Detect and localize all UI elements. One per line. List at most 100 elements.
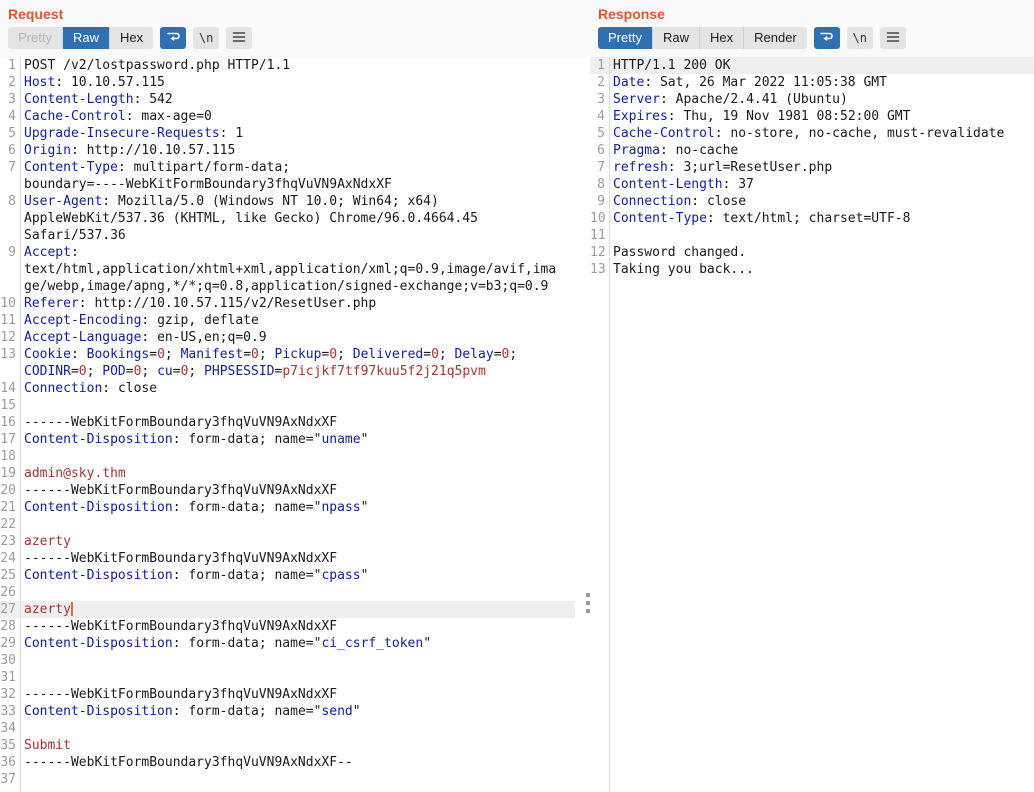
line-number: 11 (0, 312, 16, 329)
code-line-36[interactable]: 36------WebKitFormBoundary3fhqVuVN9AxNdx… (0, 754, 575, 771)
line-text: Cache-Control: no-store, no-cache, must-… (605, 125, 1034, 142)
code-line-3[interactable]: 3Content-Length: 542 (0, 91, 575, 108)
line-number: 37 (0, 771, 16, 788)
code-line-16[interactable]: 16------WebKitFormBoundary3fhqVuVN9AxNdx… (0, 414, 575, 431)
line-number: 15 (0, 397, 16, 414)
code-line-14[interactable]: 14Connection: close (0, 380, 575, 397)
line-number: 22 (0, 516, 16, 533)
tab-raw[interactable]: Raw (653, 27, 700, 49)
code-line-28[interactable]: 28------WebKitFormBoundary3fhqVuVN9AxNdx… (0, 618, 575, 635)
line-text: Accept-Language: en-US,en;q=0.9 (16, 329, 575, 346)
line-number (0, 261, 16, 278)
newline-glyph: \n (199, 31, 213, 45)
code-line-wrap[interactable]: text/html,application/xhtml+xml,applicat… (0, 261, 575, 278)
code-line-22[interactable]: 22 (0, 516, 575, 533)
code-line-10[interactable]: 10Referer: http://10.10.57.115/v2/ResetU… (0, 295, 575, 312)
code-line-17[interactable]: 17Content-Disposition: form-data; name="… (0, 431, 575, 448)
tab-pretty: Pretty (8, 27, 63, 49)
line-number: 34 (0, 720, 16, 737)
code-line-wrap[interactable]: ge/webp,image/apng,*/*;q=0.8,application… (0, 278, 575, 295)
code-line-1[interactable]: 1POST /v2/lostpassword.php HTTP/1.1 (0, 57, 575, 74)
line-text: admin@sky.thm (16, 465, 575, 482)
code-line-9[interactable]: 9Accept: (0, 244, 575, 261)
code-line-23[interactable]: 23azerty (0, 533, 575, 550)
line-number: 25 (0, 567, 16, 584)
line-text: Origin: http://10.10.57.115 (16, 142, 575, 159)
code-line-21[interactable]: 21Content-Disposition: form-data; name="… (0, 499, 575, 516)
code-line-15[interactable]: 15 (0, 397, 575, 414)
line-text: HTTP/1.1 200 OK (605, 57, 1034, 74)
code-line-13[interactable]: 13Cookie: Bookings=0; Manifest=0; Pickup… (0, 346, 575, 363)
request-panel-title: Request (0, 0, 586, 22)
show-newlines-button[interactable]: \n (193, 27, 219, 49)
code-line-35[interactable]: 35Submit (0, 737, 575, 754)
code-line-1: 1HTTP/1.1 200 OK (590, 57, 1034, 74)
line-number: 11 (590, 227, 605, 244)
code-line-19[interactable]: 19admin@sky.thm (0, 465, 575, 482)
response-toolbar: PrettyRawHexRender \n (590, 22, 1034, 49)
code-line-6[interactable]: 6Origin: http://10.10.57.115 (0, 142, 575, 159)
line-number: 26 (0, 584, 16, 601)
code-line-27[interactable]: 27azerty (0, 601, 575, 618)
http-message-viewer: Request PrettyRawHex \n (0, 0, 1034, 792)
code-line-12[interactable]: 12Accept-Language: en-US,en;q=0.9 (0, 329, 575, 346)
line-number (0, 278, 16, 295)
line-text: AppleWebKit/537.36 (KHTML, like Gecko) C… (16, 210, 575, 227)
tab-render[interactable]: Render (744, 27, 807, 49)
code-line-30[interactable]: 30 (0, 652, 575, 669)
code-line-5[interactable]: 5Upgrade-Insecure-Requests: 1 (0, 125, 575, 142)
code-line-18[interactable]: 18 (0, 448, 575, 465)
code-line-2[interactable]: 2Host: 10.10.57.115 (0, 74, 575, 91)
code-line-4: 4Expires: Thu, 19 Nov 1981 08:52:00 GMT (590, 108, 1034, 125)
line-number: 6 (0, 142, 16, 159)
line-number: 30 (0, 652, 16, 669)
code-line-4[interactable]: 4Cache-Control: max-age=0 (0, 108, 575, 125)
code-line-34[interactable]: 34 (0, 720, 575, 737)
line-text: ge/webp,image/apng,*/*;q=0.8,application… (16, 278, 575, 295)
editor-menu-button[interactable] (880, 27, 906, 49)
code-line-10: 10Content-Type: text/html; charset=UTF-8 (590, 210, 1034, 227)
request-view-tabs: PrettyRawHex (8, 27, 153, 49)
code-line-31[interactable]: 31 (0, 669, 575, 686)
line-number: 1 (0, 57, 16, 74)
tab-hex[interactable]: Hex (110, 27, 153, 49)
code-line-11[interactable]: 11Accept-Encoding: gzip, deflate (0, 312, 575, 329)
code-line-8[interactable]: 8User-Agent: Mozilla/5.0 (Windows NT 10.… (0, 193, 575, 210)
code-line-32[interactable]: 32------WebKitFormBoundary3fhqVuVN9AxNdx… (0, 686, 575, 703)
line-number: 4 (0, 108, 16, 125)
line-text: Content-Type: multipart/form-data; (16, 159, 575, 176)
line-number (0, 210, 16, 227)
code-line-24[interactable]: 24------WebKitFormBoundary3fhqVuVN9AxNdx… (0, 550, 575, 567)
line-text: Referer: http://10.10.57.115/v2/ResetUse… (16, 295, 575, 312)
line-text: Submit (16, 737, 575, 754)
code-line-25[interactable]: 25Content-Disposition: form-data; name="… (0, 567, 575, 584)
show-newlines-button[interactable]: \n (847, 27, 873, 49)
tab-pretty[interactable]: Pretty (598, 27, 653, 49)
code-line-wrap[interactable]: CODINR=0; POD=0; cu=0; PHPSESSID=p7icjkf… (0, 363, 575, 380)
code-line-wrap[interactable]: Safari/537.36 (0, 227, 575, 244)
editor-menu-button[interactable] (226, 27, 252, 49)
code-line-37[interactable]: 37 (0, 771, 575, 788)
line-text (16, 771, 575, 788)
code-line-26[interactable]: 26 (0, 584, 575, 601)
code-line-8: 8Content-Length: 37 (590, 176, 1034, 193)
code-line-wrap[interactable]: AppleWebKit/537.36 (KHTML, like Gecko) C… (0, 210, 575, 227)
code-line-7[interactable]: 7Content-Type: multipart/form-data; (0, 159, 575, 176)
line-text: ------WebKitFormBoundary3fhqVuVN9AxNdxXF (16, 414, 575, 431)
request-editor[interactable]: 1POST /v2/lostpassword.php HTTP/1.12Host… (0, 57, 575, 792)
line-number: 6 (590, 142, 605, 159)
tab-raw[interactable]: Raw (63, 27, 110, 49)
wrap-lines-button[interactable] (814, 27, 840, 49)
tab-hex[interactable]: Hex (700, 27, 744, 49)
code-line-wrap[interactable]: boundary=----WebKitFormBoundary3fhqVuVN9… (0, 176, 575, 193)
line-text (16, 448, 575, 465)
response-panel-header: Response PrettyRawHexRender \n (590, 0, 1034, 57)
code-line-20[interactable]: 20------WebKitFormBoundary3fhqVuVN9AxNdx… (0, 482, 575, 499)
wrap-lines-button[interactable] (160, 27, 186, 49)
code-line-7: 7refresh: 3;url=ResetUser.php (590, 159, 1034, 176)
line-text: CODINR=0; POD=0; cu=0; PHPSESSID=p7icjkf… (16, 363, 575, 380)
line-text: Content-Disposition: form-data; name="un… (16, 431, 575, 448)
code-line-29[interactable]: 29Content-Disposition: form-data; name="… (0, 635, 575, 652)
code-line-33[interactable]: 33Content-Disposition: form-data; name="… (0, 703, 575, 720)
line-text: Date: Sat, 26 Mar 2022 11:05:38 GMT (605, 74, 1034, 91)
